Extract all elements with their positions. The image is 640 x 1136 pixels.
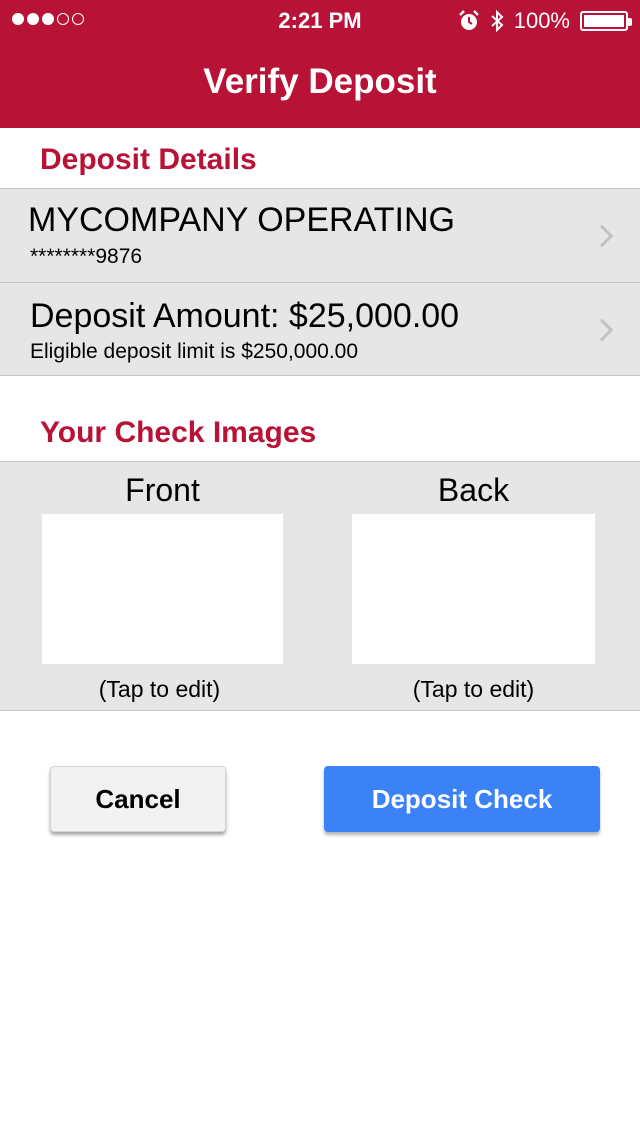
battery-percent: 100% <box>513 8 570 33</box>
status-bar: 2:21 PM 100% <box>0 0 640 40</box>
back-label: Back <box>437 472 510 508</box>
chevron-right-icon <box>590 318 614 342</box>
bluetooth-icon <box>491 9 504 33</box>
back-tap-hint: (Tap to edit) <box>412 676 535 702</box>
status-right: 100% <box>458 8 632 34</box>
header: 2:21 PM 100% Verify Deposit <box>0 0 640 128</box>
battery-icon <box>580 11 632 31</box>
deposit-check-button[interactable]: Deposit Check <box>324 766 600 832</box>
account-name: MYCOMPANY OPERATING <box>28 201 455 239</box>
chevron-right-icon <box>590 224 614 248</box>
account-number: ********9876 <box>30 245 143 268</box>
check-images-panel: Front (Tap to edit) Back (Tap to edit) <box>0 461 640 711</box>
front-label: Front <box>125 472 200 508</box>
cancel-button[interactable]: Cancel <box>50 766 226 832</box>
deposit-details-heading: Deposit Details <box>40 143 257 176</box>
back-check-image[interactable] <box>352 514 595 664</box>
front-check-image[interactable] <box>42 514 283 664</box>
amount-row[interactable]: Deposit Amount: $25,000.00 Eligible depo… <box>0 282 640 376</box>
alarm-icon <box>458 10 479 30</box>
check-images-heading: Your Check Images <box>40 416 317 449</box>
front-tap-hint: (Tap to edit) <box>98 676 221 702</box>
page-title: Verify Deposit <box>203 62 437 101</box>
deposit-amount: Deposit Amount: $25,000.00 <box>30 297 460 335</box>
account-row[interactable]: MYCOMPANY OPERATING ********9876 <box>0 188 640 283</box>
deposit-limit: Eligible deposit limit is $250,000.00 <box>30 340 359 363</box>
